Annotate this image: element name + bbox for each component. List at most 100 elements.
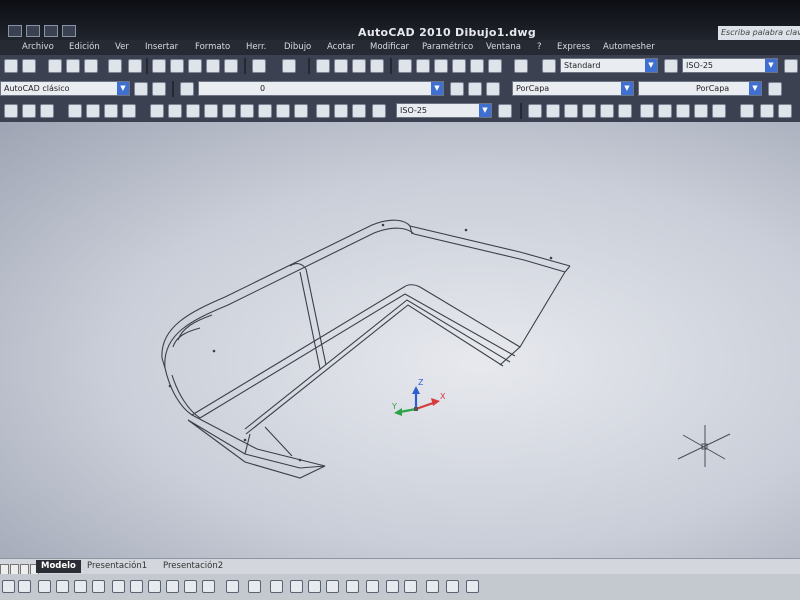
inspect-icon[interactable]	[276, 104, 290, 118]
design-center-icon[interactable]	[416, 59, 430, 73]
chevron-down-icon[interactable]: ▼	[749, 82, 761, 95]
zoom-icon[interactable]	[334, 59, 348, 73]
workspace-icon[interactable]	[152, 82, 166, 96]
dim-style-icon[interactable]	[664, 59, 678, 73]
orbit-icon[interactable]	[740, 104, 754, 118]
dim-style-select[interactable]: ISO-25 ▼	[682, 58, 778, 73]
top-view-icon[interactable]	[528, 104, 542, 118]
workspace-switch-icon[interactable]	[426, 580, 439, 593]
paste-icon[interactable]	[188, 59, 202, 73]
continuous-orbit-icon[interactable]	[778, 104, 792, 118]
sheet-set-icon[interactable]	[452, 59, 466, 73]
dim-space-icon[interactable]	[204, 104, 218, 118]
block-editor-icon[interactable]	[224, 59, 238, 73]
color-select[interactable]: PorCapa ▼	[512, 81, 634, 96]
text-style-select[interactable]: Standard ▼	[560, 58, 658, 73]
chevron-down-icon[interactable]: ▼	[621, 82, 633, 95]
se-iso-icon[interactable]	[658, 104, 672, 118]
annotation-visibility-icon[interactable]	[386, 580, 399, 593]
tab-modelo[interactable]: Modelo	[36, 560, 81, 573]
menu-express[interactable]: Express	[557, 42, 590, 52]
jogged-icon[interactable]	[86, 104, 100, 118]
right-view-icon[interactable]	[582, 104, 596, 118]
baseline-dim-icon[interactable]	[168, 104, 182, 118]
menu-ventana[interactable]: Ventana	[486, 42, 521, 52]
lineweight-toggle-icon[interactable]	[166, 580, 179, 593]
workspace-select[interactable]: AutoCAD clásico ▼	[0, 81, 130, 96]
quick-properties-icon[interactable]	[184, 580, 197, 593]
search-input[interactable]: Escriba palabra clave	[718, 26, 800, 40]
chevron-down-icon[interactable]: ▼	[479, 104, 491, 117]
quick-dim-icon[interactable]	[150, 104, 164, 118]
dim-style-edit-icon[interactable]	[498, 104, 512, 118]
zoom-previous-icon[interactable]	[370, 59, 384, 73]
quick-view-drawings-icon[interactable]	[270, 580, 283, 593]
layer-select[interactable]: 0 ▼	[198, 81, 444, 96]
match-properties-icon[interactable]	[206, 59, 220, 73]
help-icon[interactable]	[514, 59, 528, 73]
text-style-icon[interactable]	[542, 59, 556, 73]
calculator-icon[interactable]	[488, 59, 502, 73]
3d-osnap-icon[interactable]	[92, 580, 105, 593]
grid-icon[interactable]	[18, 580, 31, 593]
tab-presentacion1[interactable]: Presentación1	[82, 560, 152, 573]
dim-update-icon[interactable]	[352, 104, 366, 118]
publish-icon[interactable]	[108, 59, 122, 73]
osnap-icon[interactable]	[74, 580, 87, 593]
pan-icon[interactable]	[290, 580, 303, 593]
dim-text-edit-icon[interactable]	[334, 104, 348, 118]
otrack-icon[interactable]	[112, 580, 125, 593]
aligned-dim-icon[interactable]	[22, 104, 36, 118]
diameter-dim-icon[interactable]	[104, 104, 118, 118]
camera-icon[interactable]	[712, 104, 726, 118]
radius-dim-icon[interactable]	[68, 104, 82, 118]
dim-style-select-2[interactable]: ISO-25 ▼	[396, 103, 492, 118]
ne-iso-icon[interactable]	[676, 104, 690, 118]
ortho-icon[interactable]	[38, 580, 51, 593]
model-space-icon[interactable]	[226, 580, 239, 593]
save-icon[interactable]	[48, 59, 62, 73]
tool-palettes-icon[interactable]	[434, 59, 448, 73]
menu-automesher[interactable]: Automesher	[603, 42, 655, 52]
polar-icon[interactable]	[56, 580, 69, 593]
menu-ver[interactable]: Ver	[115, 42, 129, 52]
menu-herr[interactable]: Herr.	[246, 42, 266, 52]
nw-iso-icon[interactable]	[694, 104, 708, 118]
drawing-area[interactable]: Z X Y	[0, 122, 800, 558]
undo-icon[interactable]	[62, 25, 76, 37]
pan-icon[interactable]	[316, 59, 330, 73]
chevron-down-icon[interactable]: ▼	[645, 59, 657, 72]
open-icon[interactable]	[22, 59, 36, 73]
layer-icon[interactable]	[180, 82, 194, 96]
table-style-icon[interactable]	[784, 59, 798, 73]
ducs-icon[interactable]	[130, 580, 143, 593]
chevron-down-icon[interactable]: ▼	[765, 59, 777, 72]
make-current-icon[interactable]	[450, 82, 464, 96]
menu-dibujo[interactable]: Dibujo	[284, 42, 311, 52]
lock-icon[interactable]	[446, 580, 459, 593]
snap-icon[interactable]	[2, 580, 15, 593]
dim-edit-icon[interactable]	[316, 104, 330, 118]
autoscale-icon[interactable]	[404, 580, 417, 593]
plot-icon[interactable]	[66, 59, 80, 73]
selection-cycling-icon[interactable]	[202, 580, 215, 593]
preview-icon[interactable]	[84, 59, 98, 73]
zoom-window-icon[interactable]	[352, 59, 366, 73]
back-view-icon[interactable]	[618, 104, 632, 118]
markup-icon[interactable]	[470, 59, 484, 73]
chevron-down-icon[interactable]: ▼	[431, 82, 443, 95]
copy-icon[interactable]	[170, 59, 184, 73]
angular-dim-icon[interactable]	[122, 104, 136, 118]
menu-acotar[interactable]: Acotar	[327, 42, 355, 52]
front-view-icon[interactable]	[600, 104, 614, 118]
jogged-linear-icon[interactable]	[294, 104, 308, 118]
menu-help[interactable]: ?	[537, 42, 542, 52]
clean-screen-icon[interactable]	[466, 580, 479, 593]
menu-modificar[interactable]: Modificar	[370, 42, 409, 52]
tab-presentacion2[interactable]: Presentación2	[158, 560, 228, 573]
undo-icon[interactable]	[252, 59, 266, 73]
menu-formato[interactable]: Formato	[195, 42, 230, 52]
showmotion-icon[interactable]	[346, 580, 359, 593]
layer-state-icon[interactable]	[486, 82, 500, 96]
cut-icon[interactable]	[152, 59, 166, 73]
